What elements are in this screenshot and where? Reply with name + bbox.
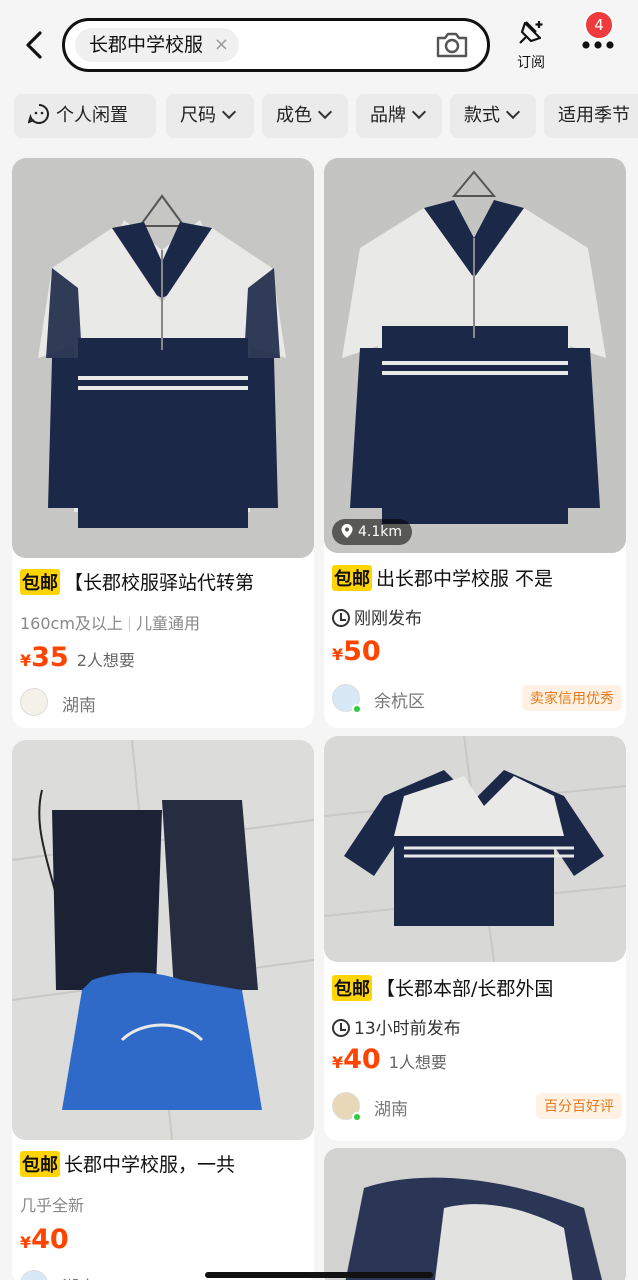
listing-title-text: 长郡中学校服，一共	[64, 1154, 236, 1176]
price-value: 40	[31, 1224, 69, 1255]
listing-card[interactable]: 包邮 【长郡本部/长郡外国 13小时前发布 ¥40 1人想要 湖南 百分百好评	[324, 736, 626, 1141]
camera-icon[interactable]	[435, 30, 469, 60]
chevron-down-icon	[317, 104, 333, 120]
listing-attributes: 160cm及以上 儿童通用	[20, 610, 200, 634]
seller-location: 湖南	[62, 1273, 96, 1280]
seller-rating-badge: 百分百好评	[536, 1093, 622, 1119]
product-image[interactable]	[324, 736, 626, 962]
post-time-tag: 刚刚发布	[332, 604, 422, 629]
listing-price: ¥40 1人想要	[332, 1044, 447, 1075]
filter-condition[interactable]: 成色	[262, 94, 348, 138]
product-image[interactable]: 4.1km	[324, 158, 626, 553]
product-image[interactable]	[12, 158, 314, 558]
attribute-size: 160cm及以上	[20, 614, 123, 633]
jacket-photo	[12, 158, 314, 558]
seller-row[interactable]: 湖南 百分百好评	[332, 1092, 622, 1122]
post-time-text: 刚刚发布	[354, 609, 422, 629]
currency-symbol: ¥	[332, 1053, 344, 1072]
listing-title-text: 【长郡校服驿站代转第	[64, 572, 255, 594]
filter-brand[interactable]: 品牌	[356, 94, 442, 138]
seller-location: 余杭区	[374, 692, 425, 712]
listing-price: ¥35 2人想要	[20, 642, 135, 673]
attribute-fit: 儿童通用	[135, 614, 200, 633]
product-image[interactable]	[12, 740, 314, 1140]
pin-plus-icon	[519, 21, 543, 44]
seller-location: 湖南	[374, 1100, 408, 1120]
currency-symbol: ¥	[332, 645, 344, 664]
listing-price: ¥50	[332, 636, 381, 667]
listing-title-text: 出长郡中学校服 不是	[376, 568, 554, 590]
listing-title[interactable]: 包邮 长郡中学校服，一共	[20, 1150, 310, 1177]
post-time-tag: 13小时前发布	[332, 1014, 461, 1039]
listing-price: ¥40	[20, 1224, 69, 1255]
free-shipping-tag: 包邮	[20, 1151, 60, 1177]
listing-card[interactable]: 包邮 【长郡校服驿站代转第 160cm及以上 儿童通用 ¥35 2人想要 湖南	[12, 158, 314, 728]
free-shipping-tag: 包邮	[20, 569, 60, 595]
clear-query-icon[interactable]: ×	[214, 28, 229, 62]
seller-avatar	[20, 1270, 48, 1280]
currency-symbol: ¥	[20, 651, 32, 670]
filter-condition-label: 成色	[276, 105, 312, 126]
listing-title[interactable]: 包邮 【长郡本部/长郡外国	[332, 974, 622, 1001]
notification-badge: 4	[584, 10, 614, 40]
online-dot	[352, 704, 362, 714]
price-value: 35	[31, 642, 69, 673]
filter-size-label: 尺码	[180, 105, 216, 126]
clock-icon	[332, 609, 350, 627]
search-bar[interactable]: 长郡中学校服 ×	[62, 18, 490, 72]
filter-season-label: 适用季节	[558, 105, 630, 126]
free-shipping-tag: 包邮	[332, 565, 372, 591]
back-arrow-icon[interactable]	[18, 28, 52, 62]
chevron-down-icon	[221, 104, 237, 120]
seller-row[interactable]: 湖南	[20, 688, 310, 718]
filter-style-label: 款式	[464, 105, 500, 126]
distance-text: 4.1km	[358, 524, 403, 540]
filter-bar: 个人闲置 尺码 成色 品牌 款式 适用季节	[0, 94, 638, 140]
jacket-photo	[324, 736, 626, 962]
currency-symbol: ¥	[20, 1233, 32, 1252]
listing-attributes: 几乎全新	[20, 1192, 84, 1216]
jacket-photo	[324, 158, 626, 553]
filter-style[interactable]: 款式	[450, 94, 536, 138]
listing-card[interactable]: 4.1km 包邮 出长郡中学校服 不是 刚刚发布 ¥50 余杭区 卖家信用优秀	[324, 158, 626, 728]
seller-location: 湖南	[62, 696, 96, 716]
price-value: 50	[343, 636, 381, 667]
filter-brand-label: 品牌	[370, 105, 406, 126]
attribute-condition: 几乎全新	[20, 1196, 85, 1215]
search-query-chip[interactable]: 长郡中学校服 ×	[75, 28, 240, 62]
top-bar: 长郡中学校服 × 订阅 4	[0, 0, 638, 88]
filter-idle-label: 个人闲置	[56, 105, 128, 126]
seller-credit-badge: 卖家信用优秀	[522, 685, 622, 711]
search-query-text: 长郡中学校服	[89, 34, 204, 56]
chevron-down-icon	[411, 104, 427, 120]
listing-title[interactable]: 包邮 【长郡校服驿站代转第	[20, 568, 310, 595]
pants-shirt-photo	[12, 740, 314, 1140]
want-count: 2人想要	[76, 651, 135, 670]
location-pin-icon	[341, 524, 353, 538]
listing-card[interactable]	[324, 1148, 626, 1280]
subscribe-label: 订阅	[517, 55, 545, 71]
want-count: 1人想要	[388, 1053, 447, 1072]
filter-size[interactable]: 尺码	[166, 94, 254, 138]
seller-avatar	[20, 688, 48, 716]
filter-idle[interactable]: 个人闲置	[14, 94, 156, 138]
chevron-down-icon	[505, 104, 521, 120]
online-dot	[352, 1112, 362, 1122]
listing-card[interactable]: 包邮长郡中学校服，一共 几乎全新 ¥40 湖南	[12, 740, 314, 1280]
subscribe-button[interactable]: 订阅	[508, 18, 554, 76]
product-image[interactable]	[324, 1148, 626, 1280]
distance-badge: 4.1km	[332, 519, 413, 545]
idle-face-icon	[27, 104, 49, 124]
clothes-photo	[324, 1148, 626, 1280]
seller-row[interactable]: 余杭区 卖家信用优秀	[332, 684, 622, 714]
clock-icon	[332, 1019, 350, 1037]
filter-season[interactable]: 适用季节	[544, 94, 638, 138]
listing-title-text: 【长郡本部/长郡外国	[376, 978, 554, 1000]
price-value: 40	[343, 1044, 381, 1075]
post-time-text: 13小时前发布	[354, 1019, 461, 1039]
listing-title[interactable]: 包邮 出长郡中学校服 不是	[332, 564, 622, 591]
free-shipping-tag: 包邮	[332, 975, 372, 1001]
home-indicator	[205, 1272, 433, 1278]
